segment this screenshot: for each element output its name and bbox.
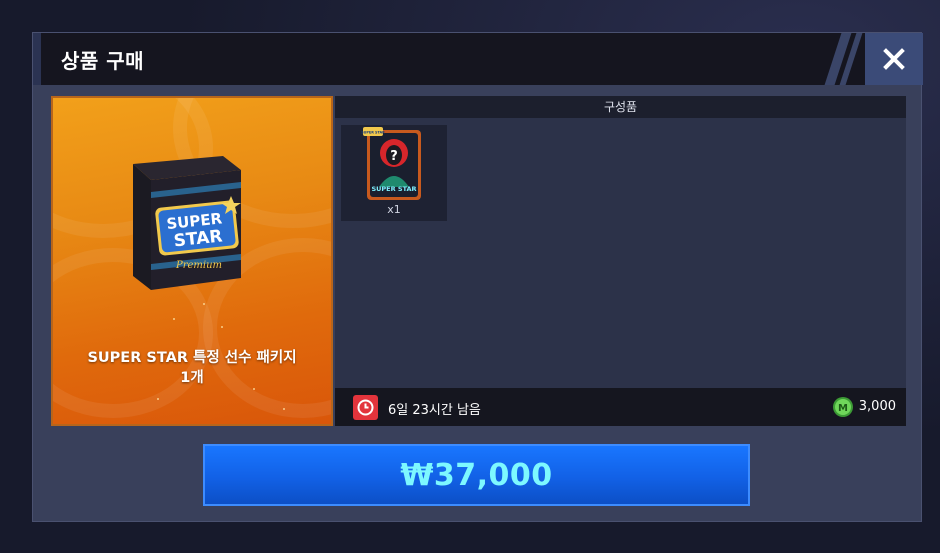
contents-panel: 구성품 ? SUPER STAR SUPER STAR x1 6일 23시간 남… — [335, 96, 906, 426]
header-accent — [33, 33, 41, 85]
box-subtitle: Premium — [175, 260, 222, 271]
sparkle — [203, 303, 205, 305]
sparkle — [221, 326, 223, 328]
coin-letter: M — [838, 403, 848, 414]
time-remaining: 6일 23시간 남음 — [388, 403, 481, 418]
dialog-header: 상품 구매 — [33, 33, 923, 85]
dialog-title: 상품 구매 — [61, 49, 145, 73]
card-mini-logo: SUPER STAR — [361, 131, 385, 135]
close-icon — [883, 48, 905, 70]
content-item-card[interactable]: ? SUPER STAR SUPER STAR x1 — [341, 125, 447, 221]
mileage-coin-icon: M — [833, 397, 853, 417]
superstar-player-card-icon: ? SUPER STAR SUPER STAR — [361, 127, 421, 200]
product-name-line1: SUPER STAR 특정 선수 패키지 — [87, 350, 297, 366]
product-box-image: SUPER STAR Premium — [133, 156, 241, 290]
product-name: SUPER STAR 특정 선수 패키지 1개 — [53, 348, 331, 388]
contents-footer: 6일 23시간 남음 M 3,000 — [335, 388, 906, 426]
product-panel: SUPER STAR Premium SUPER STAR 특정 선수 패키지 … — [51, 96, 333, 426]
card-badge-text: SUPER STAR — [371, 185, 416, 193]
sparkle — [283, 408, 285, 410]
purchase-dialog: 상품 구매 SUPER STAR Premium SUPER STAR 특정 선… — [32, 32, 923, 522]
clock-icon — [357, 399, 374, 416]
mystery-question-mark: ? — [390, 149, 398, 164]
sparkle — [157, 398, 159, 400]
product-name-line2: 1개 — [180, 370, 204, 386]
sparkle — [173, 318, 175, 320]
buy-button-price: ₩37,000 — [400, 457, 553, 493]
contents-header: 구성품 — [335, 96, 906, 118]
sparkle — [253, 388, 255, 390]
bonus-amount: 3,000 — [858, 399, 896, 414]
buy-button[interactable]: ₩37,000 — [203, 444, 750, 506]
close-button[interactable] — [865, 33, 923, 85]
content-item-quantity: x1 — [387, 203, 401, 216]
timer-badge — [353, 395, 378, 420]
